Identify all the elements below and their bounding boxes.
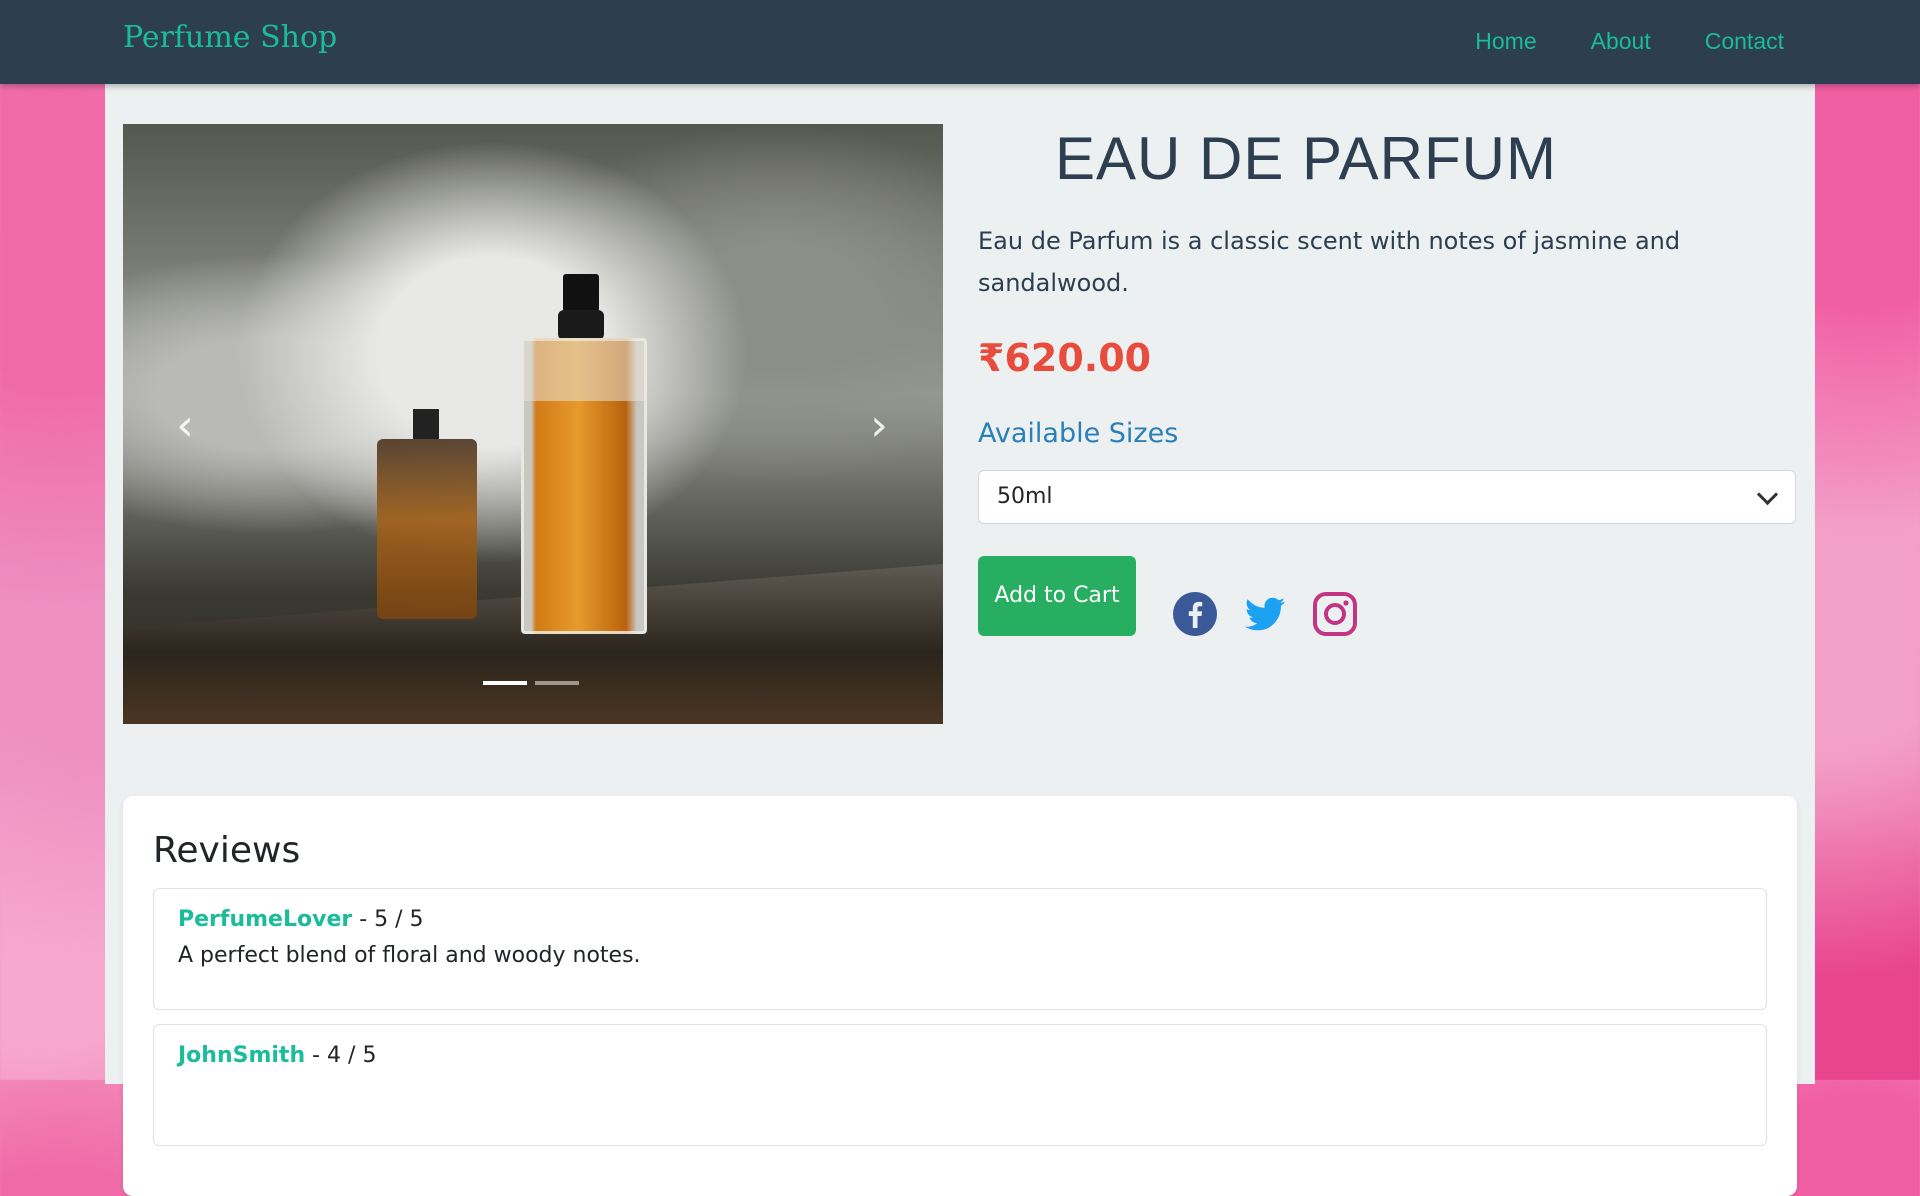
product-description: Eau de Parfum is a classic scent with no… [978, 227, 1681, 297]
available-sizes-label: Available Sizes [978, 418, 1179, 449]
carousel-image-bottle-cap [563, 274, 599, 312]
nav-link-about[interactable]: About [1591, 28, 1651, 55]
instagram-icon[interactable] [1311, 590, 1359, 638]
add-to-cart-button[interactable]: Add to Cart [978, 556, 1136, 636]
product-title: EAU DE PARFUM [1055, 125, 1557, 192]
navbar: Perfume Shop Home About Contact [0, 0, 1920, 84]
size-select-value: 50ml [997, 484, 1053, 509]
nav-links: Home About Contact [1475, 28, 1784, 55]
chevron-right-icon[interactable]: › [859, 398, 899, 454]
chevron-down-icon [1756, 483, 1779, 506]
product-price: ₹620.00 [978, 336, 1152, 380]
carousel-image-bottle [521, 338, 647, 634]
reviewer-name: JohnSmith [178, 1043, 306, 1068]
facebook-icon[interactable] [1171, 590, 1219, 638]
review-header: JohnSmith - 4 / 5 [178, 1043, 376, 1068]
reviews-section: Reviews PerfumeLover - 5 / 5 A perfect b… [123, 796, 1797, 1196]
nav-link-contact[interactable]: Contact [1705, 28, 1784, 55]
nav-link-home[interactable]: Home [1475, 28, 1536, 55]
size-select[interactable]: 50ml [978, 470, 1796, 524]
review-header: PerfumeLover - 5 / 5 [178, 907, 424, 932]
review-rating: - 5 / 5 [359, 907, 424, 932]
brand-logo[interactable]: Perfume Shop [123, 20, 337, 55]
review-text: A perfect blend of floral and woody note… [178, 943, 641, 968]
carousel-indicator-1[interactable] [483, 681, 527, 685]
reviews-title: Reviews [153, 830, 301, 871]
main-container: ‹ › EAU DE PARFUM Eau de Parfum is a cla… [105, 84, 1815, 1196]
product-carousel[interactable]: ‹ › [123, 124, 943, 724]
review-card: JohnSmith - 4 / 5 [153, 1024, 1767, 1146]
carousel-image-bottle-neck [558, 310, 604, 340]
review-card: PerfumeLover - 5 / 5 A perfect blend of … [153, 888, 1767, 1010]
reviewer-name: PerfumeLover [178, 907, 353, 932]
carousel-image-reflection [377, 439, 477, 619]
chevron-left-icon[interactable]: ‹ [165, 398, 205, 454]
carousel-image-reflection-cap [413, 409, 439, 439]
twitter-icon[interactable] [1241, 590, 1289, 638]
carousel-indicator-2[interactable] [535, 681, 579, 685]
social-links [1171, 590, 1359, 638]
carousel-indicators [483, 681, 579, 685]
review-rating: - 4 / 5 [312, 1043, 377, 1068]
